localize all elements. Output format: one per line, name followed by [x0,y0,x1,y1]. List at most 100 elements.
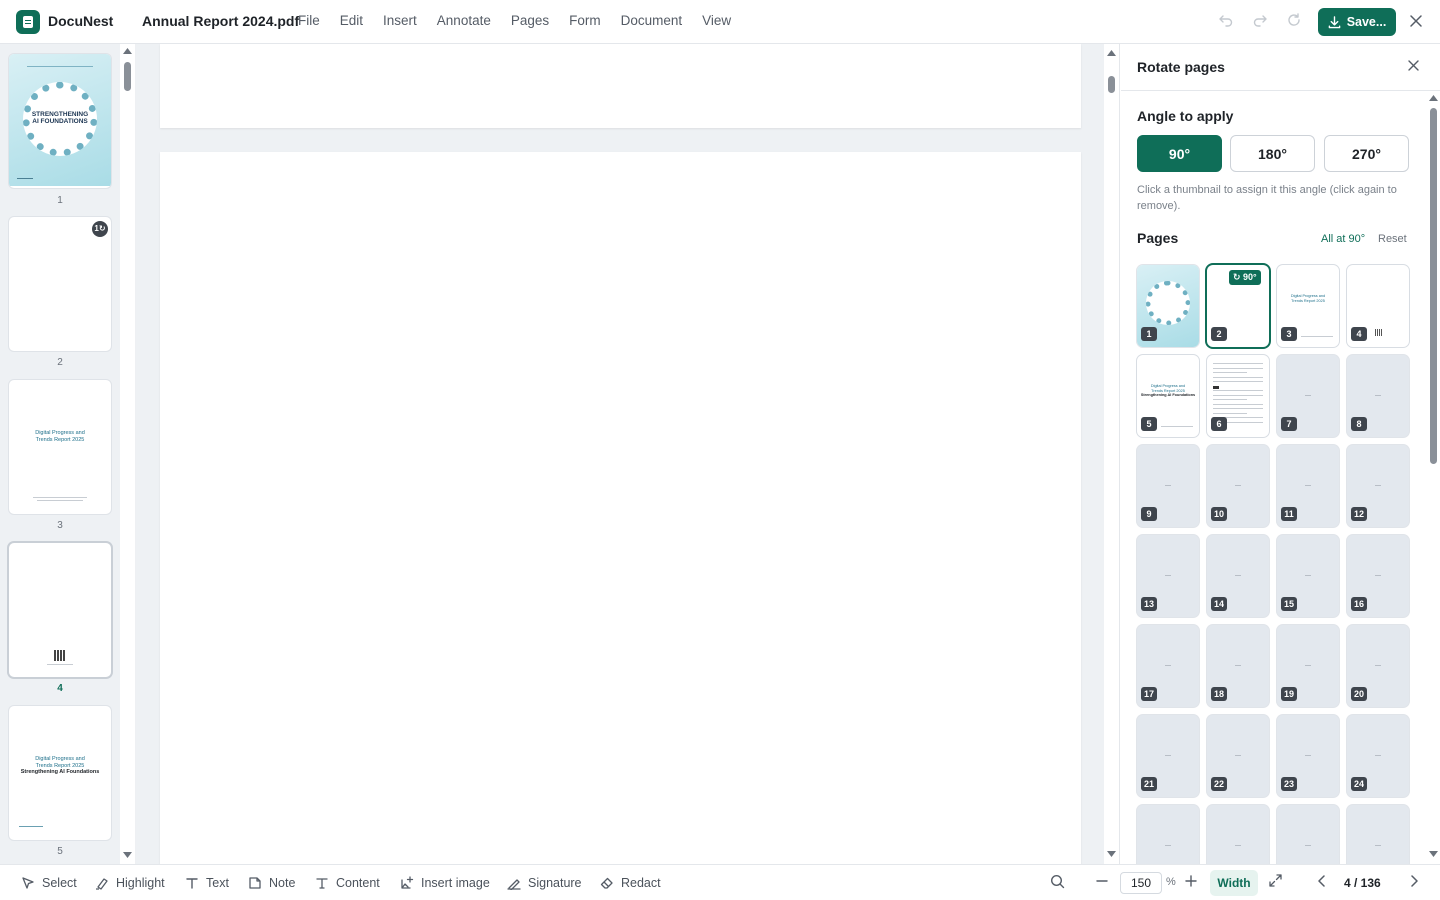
signature-tool-button[interactable]: Signature [506,875,582,891]
next-page-icon[interactable] [1405,874,1423,892]
page-tile-9[interactable]: 9 [1137,445,1199,527]
page-tile-1[interactable]: 1 [1137,265,1199,347]
page-tile-13[interactable]: 13 [1137,535,1199,617]
thumbnail-page-1[interactable]: STRENGTHENING AI FOUNDATIONS [9,54,111,188]
page-tile-19[interactable]: 19 [1277,625,1339,707]
page-tile-24[interactable]: 24 [1347,715,1409,797]
text-tool-button[interactable]: Text [184,875,229,891]
thumbnail-page-5[interactable]: Digital Progress and Trends Report 2025 … [9,706,111,840]
zoom-out-icon[interactable] [1093,874,1111,892]
thumbnail-page-3[interactable]: Digital Progress and Trends Report 2025 [9,380,111,514]
scroll-down-icon[interactable] [123,852,132,858]
document-scrollbar[interactable] [1104,44,1120,864]
menu-pages[interactable]: Pages [511,13,549,28]
page-tile-7[interactable]: 7 [1277,355,1339,437]
menu-view[interactable]: View [702,13,731,28]
page-tile-16[interactable]: 16 [1347,535,1409,617]
document-scroll-thumb[interactable] [1108,76,1115,93]
note-tool-label: Note [269,876,296,890]
page-tile-11[interactable]: 11 [1277,445,1339,527]
menu-insert[interactable]: Insert [383,13,417,28]
content-tool-button[interactable]: Content [314,875,380,891]
menu-annotate[interactable]: Annotate [437,13,491,28]
panel-scroll-thumb[interactable] [1430,108,1437,464]
previous-page-icon[interactable] [1313,874,1331,892]
menu-file[interactable]: File [298,13,320,28]
page-tile-5[interactable]: Digital Progress and Trends Report 2025 St… [1137,355,1199,437]
page-tile-2[interactable]: ↻ 90° 2 [1207,265,1269,347]
page-tile-4[interactable]: 4 [1347,265,1409,347]
signature-icon [506,875,522,891]
cursor-icon [20,875,36,891]
tile-placeholder-mark [1375,845,1381,846]
note-tool-button[interactable]: Note [247,875,295,891]
select-tool-button[interactable]: Select [20,875,77,891]
thumbnail-page-2[interactable]: 1↻ [9,217,111,351]
menu-edit[interactable]: Edit [340,13,363,28]
highlight-tool-button[interactable]: Highlight [94,875,165,891]
angle-90-button[interactable]: 90° [1137,135,1222,172]
redo-icon[interactable] [1250,12,1270,32]
save-button[interactable]: Save... [1318,8,1396,36]
page-tile-25[interactable]: 25 [1137,805,1199,864]
page-tile-26[interactable]: 26 [1207,805,1269,864]
page-tile-12[interactable]: 12 [1347,445,1409,527]
close-app-icon[interactable] [1406,12,1426,32]
scroll-up-icon[interactable] [1107,50,1116,56]
tile-angle-label: 90° [1243,272,1257,282]
eraser-icon [599,875,615,891]
save-label: Save... [1346,15,1387,29]
angle-180-button[interactable]: 180° [1230,135,1315,172]
thumbnail-title-line2: Trends Report 2025 [35,436,85,443]
page-tile-21[interactable]: 21 [1137,715,1199,797]
page-tile-6[interactable]: 6 [1207,355,1269,437]
undo-icon[interactable] [1216,12,1236,32]
page-tile-14[interactable]: 14 [1207,535,1269,617]
tile-placeholder-mark [1235,485,1241,486]
tile-title: Digital Progress and Trends Report 2025 St… [1137,384,1199,398]
zoom-input[interactable]: 150 [1120,872,1162,894]
top-bar: DocuNest Annual Report 2024.pdf File Edi… [0,0,1440,44]
menu-document[interactable]: Document [621,13,683,28]
page-tile-17[interactable]: 17 [1137,625,1199,707]
page-tile-18[interactable]: 18 [1207,625,1269,707]
tile-page-number: 22 [1211,777,1228,791]
zoom-in-icon[interactable] [1182,874,1200,892]
search-icon[interactable] [1048,874,1066,892]
fit-width-button[interactable]: Width [1210,870,1258,896]
all-at-angle-link[interactable]: All at 90° [1321,233,1365,245]
scroll-up-icon[interactable] [123,48,132,54]
page-tile-28[interactable]: 28 [1347,805,1409,864]
page-tile-8[interactable]: 8 [1347,355,1409,437]
menu-form[interactable]: Form [569,13,601,28]
scroll-down-icon[interactable] [1429,851,1438,857]
thumbnail-subtitle: Strengthening AI Foundations [20,769,100,775]
document-viewport[interactable] [136,44,1104,864]
thumbnail-scrollbar[interactable] [120,44,136,864]
scroll-up-icon[interactable] [1429,95,1438,101]
page-tile-20[interactable]: 20 [1347,625,1409,707]
angle-270-button[interactable]: 270° [1324,135,1409,172]
fullscreen-icon[interactable] [1266,874,1284,892]
page-tile-10[interactable]: 10 [1207,445,1269,527]
insert-image-tool-button[interactable]: Insert image [399,875,490,891]
page-tile-3[interactable]: Digital Progress and Trends Report 2025 3 [1277,265,1339,347]
page-tile-15[interactable]: 15 [1277,535,1339,617]
redact-tool-button[interactable]: Redact [599,875,661,891]
close-panel-icon[interactable] [1403,57,1423,77]
tile-page-number: 16 [1351,597,1368,611]
page-tile-27[interactable]: 27 [1277,805,1339,864]
refresh-icon[interactable] [1284,12,1304,32]
note-icon [247,875,263,891]
tile-text-line [1213,376,1263,378]
thumbnail-page-4[interactable] [9,543,111,677]
cover-title-line2: AI FOUNDATIONS [32,117,88,125]
thumbnail-scroll-thumb[interactable] [124,62,131,91]
scroll-down-icon[interactable] [1107,851,1116,857]
panel-scrollbar[interactable] [1427,92,1440,864]
tile-placeholder-mark [1375,665,1381,666]
reset-link[interactable]: Reset [1378,233,1407,245]
thumbnail-page-number: 3 [57,520,63,531]
page-tile-22[interactable]: 22 [1207,715,1269,797]
page-tile-23[interactable]: 23 [1277,715,1339,797]
